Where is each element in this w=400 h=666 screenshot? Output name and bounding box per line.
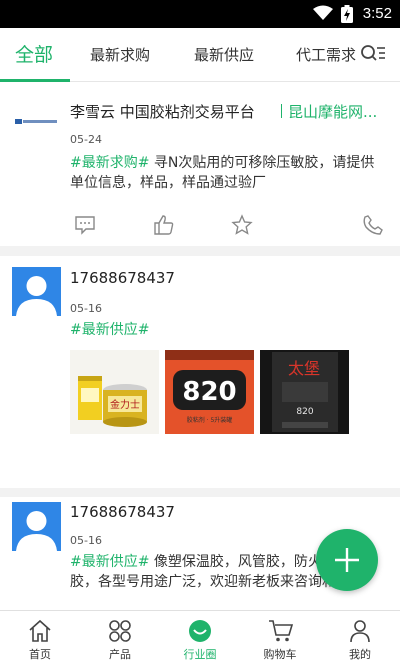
avatar[interactable]: [12, 97, 61, 146]
default-user-avatar-icon: [16, 511, 57, 551]
cart-icon: [269, 620, 294, 642]
nav-label: 购物车: [263, 648, 297, 661]
glue-can-photo: 金力士: [70, 350, 159, 434]
post-image[interactable]: 金力士: [70, 350, 159, 434]
nav-label: 我的: [349, 648, 371, 661]
nav-products[interactable]: 产品: [80, 611, 160, 666]
post-author[interactable]: 17688678437: [70, 269, 175, 287]
category-tab-bar: 全部 最新求购 最新供应 代工需求: [0, 28, 400, 82]
default-user-avatar-icon: [16, 276, 57, 316]
post-date: 05-16: [70, 534, 102, 547]
post-content[interactable]: #最新供应#: [70, 320, 388, 340]
nav-label: 行业圈: [183, 648, 217, 661]
post-author[interactable]: 李雪云 中国胶粘剂交易平台: [70, 101, 255, 122]
tab-active-underline: [0, 79, 70, 82]
circle-smile-icon: [189, 620, 211, 642]
status-bar: 3:52: [0, 0, 400, 28]
post-actions: [0, 214, 400, 244]
drum-820-photo: 820 胶粘剂 · 5升装罐: [165, 350, 254, 434]
post-date: 05-24: [70, 133, 102, 146]
bucket-photo: 太堡 820: [260, 350, 349, 434]
tab-latest-supply[interactable]: 最新供应: [194, 28, 254, 82]
home-icon: [29, 619, 51, 642]
search-filter-icon[interactable]: [360, 42, 386, 66]
product-label: 金力士: [110, 398, 140, 411]
person-icon: [350, 620, 370, 643]
post-content[interactable]: #最新求购# 寻N次贴用的可移除压敏胶，请提供单位信息，样品，样品通过验厂: [70, 153, 388, 193]
grid-icon: [109, 620, 131, 642]
tab-latest-purchase[interactable]: 最新求购: [90, 28, 150, 82]
nav-label: 产品: [109, 648, 131, 661]
avatar[interactable]: [12, 267, 61, 316]
product-brand: 太堡: [288, 359, 320, 378]
post-author[interactable]: 17688678437: [70, 503, 175, 521]
like-icon[interactable]: [153, 214, 175, 236]
plus-icon: [335, 548, 359, 572]
nav-home[interactable]: 首页: [0, 611, 80, 666]
post-date: 05-16: [70, 302, 102, 315]
post-image[interactable]: 太堡 820: [260, 350, 349, 434]
post-company[interactable]: 昆山摩能网...: [288, 101, 377, 122]
tab-all[interactable]: 全部: [15, 28, 53, 82]
post-tag[interactable]: #最新供应#: [70, 322, 149, 338]
author-separator: [281, 104, 282, 118]
favorite-star-icon[interactable]: [231, 214, 253, 236]
product-code: 820: [296, 407, 313, 417]
feed-post[interactable]: 李雪云 中国胶粘剂交易平台 昆山摩能网... 05-24 #最新求购# 寻N次贴…: [0, 83, 400, 246]
product-sublabel: 胶粘剂 · 5升装罐: [187, 416, 233, 424]
nav-mine[interactable]: 我的: [320, 611, 400, 666]
company-logo-icon: [15, 119, 57, 124]
bottom-navigation: 首页 产品 行业圈 购物车 我的: [0, 610, 400, 666]
status-time: 3:52: [362, 5, 392, 22]
phone-call-icon[interactable]: [362, 214, 384, 236]
nav-industry-circle[interactable]: 行业圈: [160, 611, 240, 666]
tab-oem-demand[interactable]: 代工需求: [296, 28, 356, 82]
avatar[interactable]: [12, 502, 61, 551]
feed-post[interactable]: 17688678437 05-16 #最新供应# 金力士 820 胶粘剂 · 5…: [0, 256, 400, 551]
product-label: 820: [182, 377, 236, 407]
post-image[interactable]: 820 胶粘剂 · 5升装罐: [165, 350, 254, 434]
post-tag[interactable]: #最新供应#: [70, 554, 149, 570]
wifi-icon: [313, 5, 333, 20]
new-post-button[interactable]: [316, 529, 378, 591]
comment-icon[interactable]: [74, 214, 96, 236]
battery-icon: [341, 5, 353, 23]
nav-cart[interactable]: 购物车: [240, 611, 320, 666]
post-tag[interactable]: #最新求购#: [70, 155, 149, 171]
nav-label: 首页: [29, 648, 51, 661]
